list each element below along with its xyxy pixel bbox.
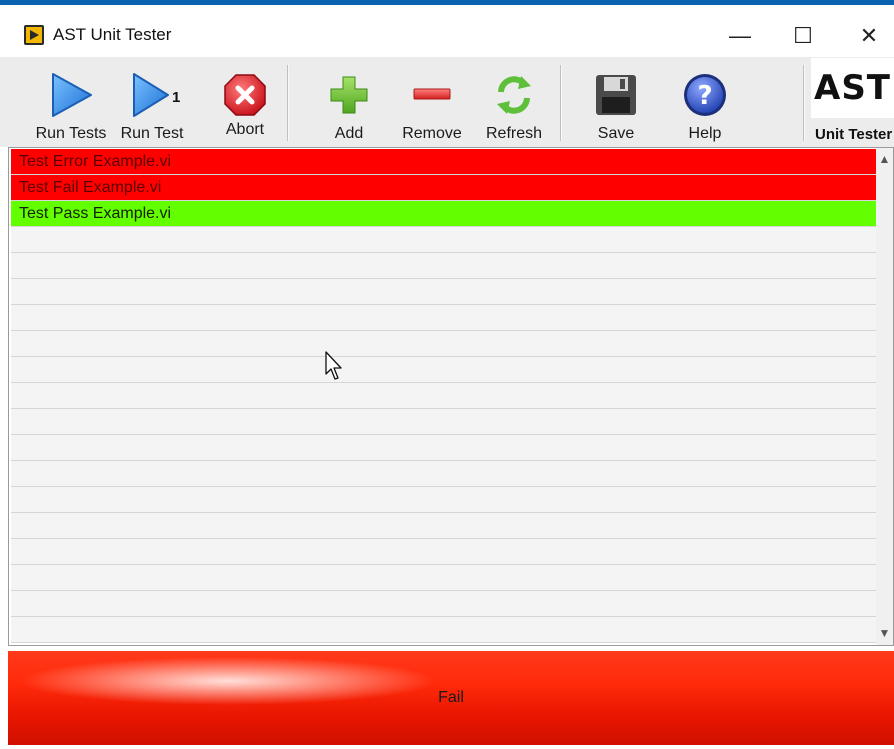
logo-subtitle: Unit Tester (815, 126, 893, 143)
run-test-label: Run Test (120, 125, 184, 142)
scroll-up-icon[interactable]: ▲ (876, 150, 893, 167)
remove-label: Remove (402, 125, 462, 142)
empty-row (11, 357, 877, 383)
toolbar-divider (560, 65, 562, 141)
save-button[interactable]: Save (588, 57, 644, 147)
empty-row (11, 565, 877, 591)
help-button[interactable]: ? Help (676, 57, 734, 147)
empty-row (11, 253, 877, 279)
status-text: Fail (438, 689, 464, 706)
empty-row (11, 409, 877, 435)
save-icon (588, 67, 644, 123)
empty-row (11, 513, 877, 539)
svg-text:?: ? (697, 81, 712, 111)
run-test-button[interactable]: 1 Run Test (116, 57, 188, 147)
app-icon (24, 25, 44, 45)
abort-label: Abort (225, 121, 265, 138)
mouse-cursor-icon (325, 351, 342, 380)
run-tests-button[interactable]: Run Tests (30, 57, 112, 147)
abort-icon (217, 67, 273, 123)
refresh-icon (486, 67, 542, 123)
scroll-down-icon[interactable]: ▼ (876, 624, 893, 641)
test-row-error[interactable]: Test Error Example.vi (11, 149, 877, 175)
run-test-badge: 1 (172, 89, 181, 106)
empty-row (11, 383, 877, 409)
toolbar-divider (803, 65, 805, 141)
save-label: Save (597, 125, 635, 142)
window-title: AST Unit Tester (53, 25, 172, 44)
test-row-fail[interactable]: Test Fail Example.vi (11, 175, 877, 201)
test-list-rows: Test Error Example.vi Test Fail Example.… (11, 149, 877, 643)
add-icon (321, 67, 377, 123)
empty-row (11, 227, 877, 253)
toolbar: Run Tests 1 Run Test Abort Add Remove Re… (0, 57, 894, 147)
test-list[interactable]: Test Error Example.vi Test Fail Example.… (8, 147, 894, 646)
add-button[interactable]: Add (318, 57, 380, 147)
status-bar: Fail (8, 651, 894, 745)
ast-logo: AST (811, 58, 894, 118)
maximize-button[interactable]: ☐ (778, 15, 828, 57)
toolbar-divider (287, 65, 289, 141)
empty-row (11, 435, 877, 461)
empty-row (11, 461, 877, 487)
empty-row (11, 487, 877, 513)
logo-text: AST (814, 68, 891, 108)
empty-row (11, 305, 877, 331)
empty-row (11, 331, 877, 357)
remove-button[interactable]: Remove (396, 57, 468, 147)
empty-row (11, 539, 877, 565)
help-label: Help (688, 125, 722, 142)
title-bar: AST Unit Tester — ☐ ✕ (0, 5, 894, 57)
empty-row (11, 617, 877, 643)
help-icon: ? (677, 67, 733, 123)
test-row-pass[interactable]: Test Pass Example.vi (11, 201, 877, 227)
abort-button[interactable]: Abort (212, 57, 278, 147)
empty-row (11, 279, 877, 305)
vertical-scrollbar[interactable]: ▲ ▼ (876, 148, 893, 645)
play-one-icon: 1 (124, 67, 180, 123)
play-icon (43, 67, 99, 123)
minimize-button[interactable]: — (715, 15, 765, 57)
add-label: Add (334, 125, 364, 142)
run-tests-label: Run Tests (35, 125, 107, 142)
empty-row (11, 591, 877, 617)
refresh-label: Refresh (485, 125, 543, 142)
remove-icon (404, 67, 460, 123)
close-button[interactable]: ✕ (844, 15, 894, 57)
refresh-button[interactable]: Refresh (480, 57, 548, 147)
